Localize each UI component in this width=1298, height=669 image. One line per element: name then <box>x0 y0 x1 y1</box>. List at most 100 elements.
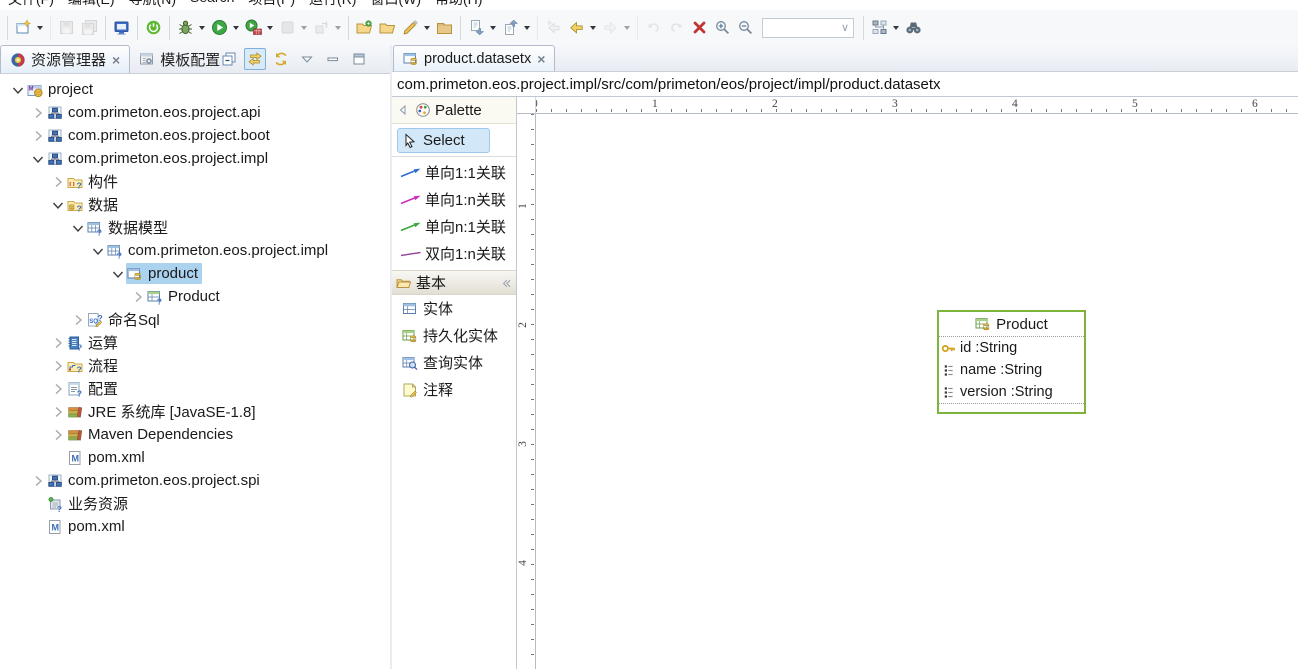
vertical-ruler[interactable]: 1234 <box>517 114 536 669</box>
palette-connection-tool[interactable]: 单向1:1关联 <box>392 159 516 186</box>
layout-button[interactable] <box>863 16 902 40</box>
next-annotation-button[interactable] <box>460 16 499 40</box>
entity-field[interactable]: version :String <box>939 381 1084 403</box>
menu-item[interactable]: 窗口(W) <box>366 0 431 9</box>
tree-item[interactable]: M project <box>0 78 390 101</box>
collapse-left-icon[interactable] <box>395 102 411 118</box>
expander-icon[interactable] <box>50 404 66 420</box>
tree-item[interactable]: com.primeton.eos.project.api <box>0 101 390 124</box>
editor-tab[interactable]: product.datasetx × <box>393 45 555 71</box>
expander-icon[interactable] <box>50 197 66 213</box>
menu-item[interactable]: 运行(R) <box>305 0 366 9</box>
tree-item[interactable]: ? 流程 <box>0 354 390 377</box>
spring-boot-button[interactable] <box>137 16 165 40</box>
open-folder-new-button[interactable] <box>348 16 376 40</box>
close-icon[interactable]: × <box>537 52 545 66</box>
palette-connection-tool[interactable]: 单向n:1关联 <box>392 213 516 240</box>
undo-button[interactable] <box>637 16 665 40</box>
entity-product[interactable]: Product id :String name :String <box>937 310 1086 414</box>
zoom-in-button[interactable] <box>711 16 734 40</box>
expander-icon[interactable] <box>30 519 46 535</box>
zoom-combo[interactable]: ∨ <box>762 18 854 38</box>
tree-item[interactable]: com.primeton.eos.project.spi <box>0 469 390 492</box>
expander-icon[interactable] <box>50 381 66 397</box>
tree-item[interactable]: M pom.xml <box>0 515 390 538</box>
tree-item[interactable]: product <box>0 262 390 285</box>
expander-icon[interactable] <box>130 289 146 305</box>
expander-icon[interactable] <box>50 174 66 190</box>
save-all-button[interactable] <box>78 16 101 40</box>
delete-button[interactable] <box>688 16 711 40</box>
refresh-button[interactable] <box>270 48 292 70</box>
dropdown-caret-icon[interactable] <box>267 26 273 30</box>
back-button[interactable] <box>565 16 599 40</box>
run-button[interactable] <box>208 16 242 40</box>
palette-header[interactable]: Palette <box>392 97 516 124</box>
tree-item[interactable]: Maven Dependencies <box>0 423 390 446</box>
new-wizard-button[interactable] <box>7 16 46 40</box>
dropdown-caret-icon[interactable] <box>590 26 596 30</box>
tree-item[interactable]: M pom.xml <box>0 446 390 469</box>
palette-entity-tool[interactable]: 注释 <box>392 376 516 403</box>
link-editor-button[interactable] <box>244 48 266 70</box>
chevron-down-icon[interactable]: ∨ <box>841 21 853 34</box>
expander-icon[interactable] <box>90 243 106 259</box>
menu-item[interactable]: 文件(F) <box>4 0 64 9</box>
palette-connection-tool[interactable]: 单向1:n关联 <box>392 186 516 213</box>
menu-item[interactable]: Search <box>186 0 244 9</box>
last-edit-location-button[interactable] <box>537 16 565 40</box>
view-tab[interactable]: 资源管理器 × <box>0 45 130 73</box>
debug-button[interactable] <box>169 16 208 40</box>
minimize-button[interactable] <box>322 48 344 70</box>
redo-button[interactable] <box>665 16 688 40</box>
expander-icon[interactable] <box>70 312 86 328</box>
dropdown-caret-icon[interactable] <box>335 26 341 30</box>
tree-item[interactable]: ? Product <box>0 285 390 308</box>
zoom-combo-button[interactable]: ∨ <box>757 16 859 40</box>
pin-drawer-icon[interactable] <box>500 277 513 290</box>
tree-item[interactable]: ? 业务资源 <box>0 492 390 515</box>
prev-annotation-button[interactable] <box>499 16 533 40</box>
save-button[interactable] <box>50 16 78 40</box>
palette-entity-tool[interactable]: 持久化实体 <box>392 322 516 349</box>
open-folder-button[interactable] <box>376 16 399 40</box>
dropdown-caret-icon[interactable] <box>490 26 496 30</box>
tree-item[interactable]: ? 构件 <box>0 170 390 193</box>
relaunch-button[interactable] <box>310 16 344 40</box>
dropdown-caret-icon[interactable] <box>301 26 307 30</box>
expander-icon[interactable] <box>70 220 86 236</box>
palette-select-tool[interactable]: Select <box>397 128 490 153</box>
stop-button[interactable] <box>276 16 310 40</box>
tree-item[interactable]: ? 数据 <box>0 193 390 216</box>
brush-button[interactable] <box>399 16 433 40</box>
tree-item[interactable]: SQ? 命名Sql <box>0 308 390 331</box>
tree-item[interactable]: ? 运算 <box>0 331 390 354</box>
tree-item[interactable]: JRE 系统库 [JavaSE-1.8] <box>0 400 390 423</box>
run-coverage-button[interactable] <box>242 16 276 40</box>
menu-item[interactable]: 帮助(H) <box>431 0 492 9</box>
dropdown-caret-icon[interactable] <box>233 26 239 30</box>
search-binoculars-button[interactable] <box>902 16 925 40</box>
expander-icon[interactable] <box>30 473 46 489</box>
palette-drawer-basic[interactable]: 基本 <box>392 270 516 295</box>
tree-item[interactable]: ? 配置 <box>0 377 390 400</box>
palette-entity-tool[interactable]: 查询实体 <box>392 349 516 376</box>
folder-closed-button[interactable] <box>433 16 456 40</box>
horizontal-ruler[interactable]: 0123456 <box>536 97 1298 114</box>
dropdown-caret-icon[interactable] <box>624 26 630 30</box>
forward-button[interactable] <box>599 16 633 40</box>
entity-header[interactable]: Product <box>939 312 1084 337</box>
menu-item[interactable]: 项目(P) <box>244 0 305 9</box>
expander-icon[interactable] <box>30 128 46 144</box>
maximize-button[interactable] <box>348 48 370 70</box>
view-menu-button[interactable] <box>296 48 318 70</box>
dropdown-caret-icon[interactable] <box>524 26 530 30</box>
expander-icon[interactable] <box>30 496 46 512</box>
dropdown-caret-icon[interactable] <box>424 26 430 30</box>
dropdown-caret-icon[interactable] <box>199 26 205 30</box>
entity-field[interactable]: name :String <box>939 359 1084 381</box>
zoom-out-button[interactable] <box>734 16 757 40</box>
palette-entity-tool[interactable]: 实体 <box>392 295 516 322</box>
menu-item[interactable]: 编辑(E) <box>64 0 125 9</box>
tree-item[interactable]: com.primeton.eos.project.boot <box>0 124 390 147</box>
